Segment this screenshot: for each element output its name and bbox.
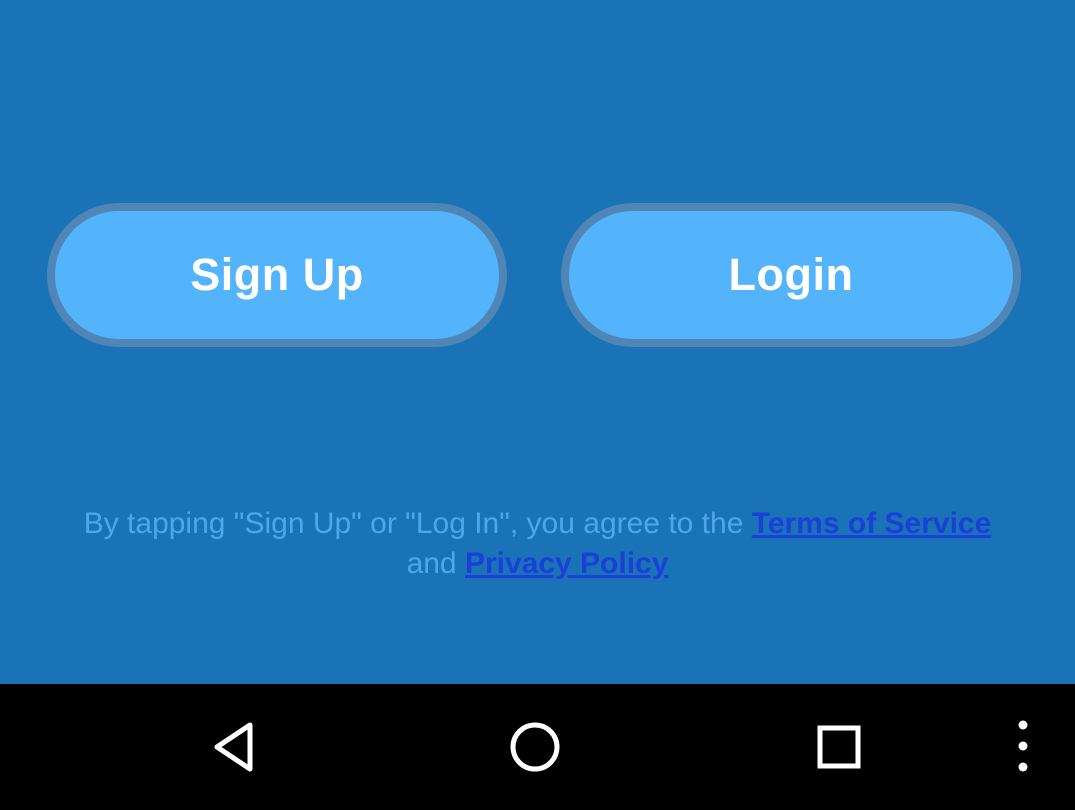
terms-prefix-text: By tapping "Sign Up" or "Log In", you ag… xyxy=(83,507,752,540)
overflow-menu-icon xyxy=(1018,720,1028,772)
login-button[interactable]: Login xyxy=(561,203,1021,347)
terms-of-service-link[interactable]: Terms of Service xyxy=(752,507,992,540)
back-triangle-icon xyxy=(214,722,253,772)
terms-middle-text: and xyxy=(406,547,465,580)
recents-button[interactable] xyxy=(794,684,884,810)
login-button-label: Login xyxy=(569,211,1013,339)
app-content: Sign Up Login By tapping "Sign Up" or "L… xyxy=(0,0,1075,684)
privacy-policy-link[interactable]: Privacy Policy xyxy=(465,547,668,580)
overflow-menu-button[interactable] xyxy=(978,684,1068,810)
home-button[interactable] xyxy=(490,684,580,810)
home-circle-icon xyxy=(510,722,560,772)
sign-up-button-label: Sign Up xyxy=(55,211,499,339)
back-button[interactable] xyxy=(188,684,278,810)
recents-square-icon xyxy=(817,725,861,769)
sign-up-button[interactable]: Sign Up xyxy=(47,203,507,347)
screen: Sign Up Login By tapping "Sign Up" or "L… xyxy=(0,0,1075,810)
terms-notice: By tapping "Sign Up" or "Log In", you ag… xyxy=(0,504,1075,584)
system-navigation-bar xyxy=(0,684,1075,810)
